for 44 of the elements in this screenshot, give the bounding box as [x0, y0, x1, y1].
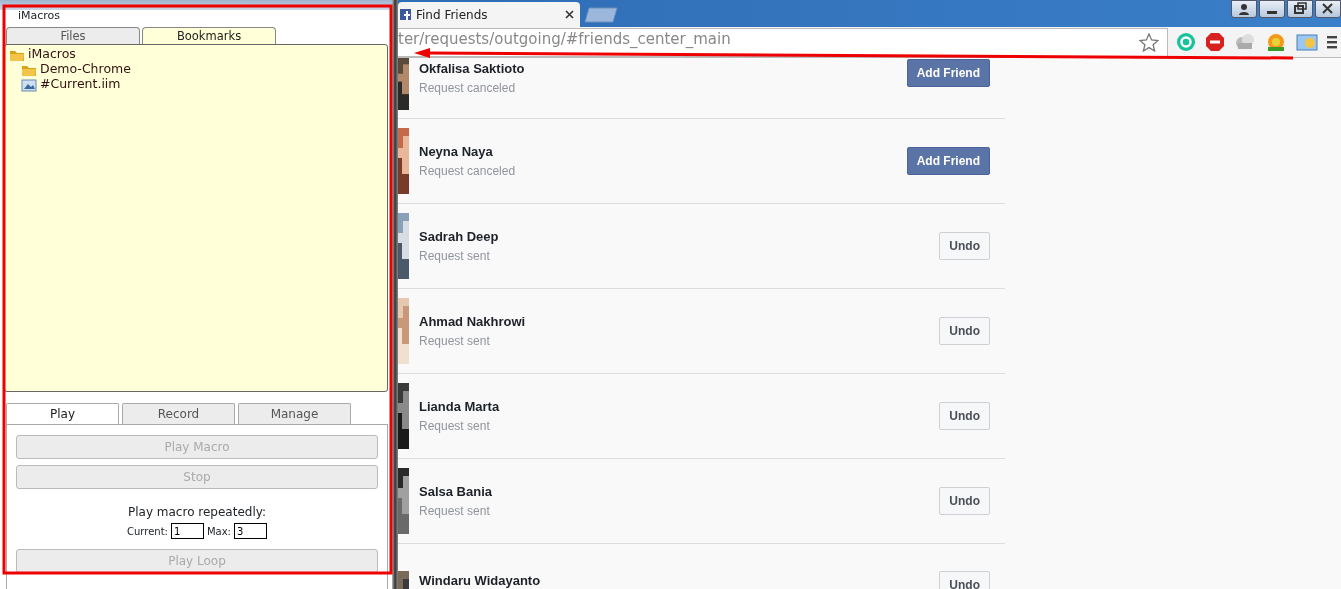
person-name[interactable]: Okfalisa Saktioto — [419, 59, 907, 79]
field-label: Max: — [206, 524, 231, 539]
tab[interactable]: Bookmarks — [142, 27, 276, 44]
person-name[interactable]: Lianda Marta — [419, 397, 940, 417]
person-name[interactable]: Windaru Widayanto — [419, 571, 940, 589]
macro-file-icon — [21, 77, 37, 92]
undo-button[interactable]: Undo — [939, 232, 990, 260]
request-status: Request canceled — [419, 79, 517, 97]
undo-button[interactable]: Undo — [939, 317, 990, 345]
request-status: Request sent — [419, 417, 491, 435]
person-name[interactable]: Neyna Naya — [419, 142, 907, 162]
repeat-label: Play macro repeatedly: — [127, 504, 267, 521]
window-title: iMacros — [18, 9, 61, 22]
person-name[interactable]: Sadrah Deep — [419, 227, 940, 247]
stop-sign-icon[interactable] — [1205, 32, 1225, 52]
close-icon[interactable] — [1321, 2, 1335, 16]
star-icon[interactable] — [1139, 32, 1159, 53]
menu-icon[interactable] — [1327, 35, 1337, 49]
request-status: Request sent — [419, 502, 491, 520]
browser-tab[interactable]: Find Friends — [398, 2, 580, 27]
undo-button[interactable]: Undo — [939, 402, 990, 430]
tab[interactable]: Files — [6, 27, 140, 44]
add-friend-button[interactable]: Add Friend — [906, 147, 990, 175]
new-tab-button[interactable] — [584, 7, 618, 23]
tab[interactable]: Play — [6, 403, 119, 424]
tab[interactable]: Manage — [238, 403, 351, 424]
max-field[interactable]: 3 — [234, 523, 267, 539]
person-name[interactable]: Ahmad Nakhrowi — [419, 312, 940, 332]
user-icon[interactable] — [1237, 2, 1251, 16]
request-status: Request canceled — [419, 162, 517, 180]
tab[interactable]: Record — [122, 403, 235, 424]
request-status: Request sent — [419, 247, 491, 265]
request-status: Request sent — [419, 332, 491, 350]
restore-icon[interactable] — [1293, 2, 1307, 16]
current-field[interactable]: 1 — [170, 523, 204, 539]
undo-button[interactable]: Undo — [939, 487, 990, 515]
site-icon — [400, 9, 411, 20]
sun-icon[interactable] — [1265, 32, 1287, 52]
person-name[interactable]: Salsa Bania — [419, 482, 940, 502]
add-friend-button[interactable]: Add Friend — [906, 59, 990, 87]
close-icon[interactable] — [565, 10, 574, 19]
undo-button[interactable]: Undo — [939, 571, 990, 589]
field-label: Current: — [127, 524, 168, 539]
address-bar[interactable]: ter/requests/outgoing/#friends_center_main — [398, 27, 1168, 57]
